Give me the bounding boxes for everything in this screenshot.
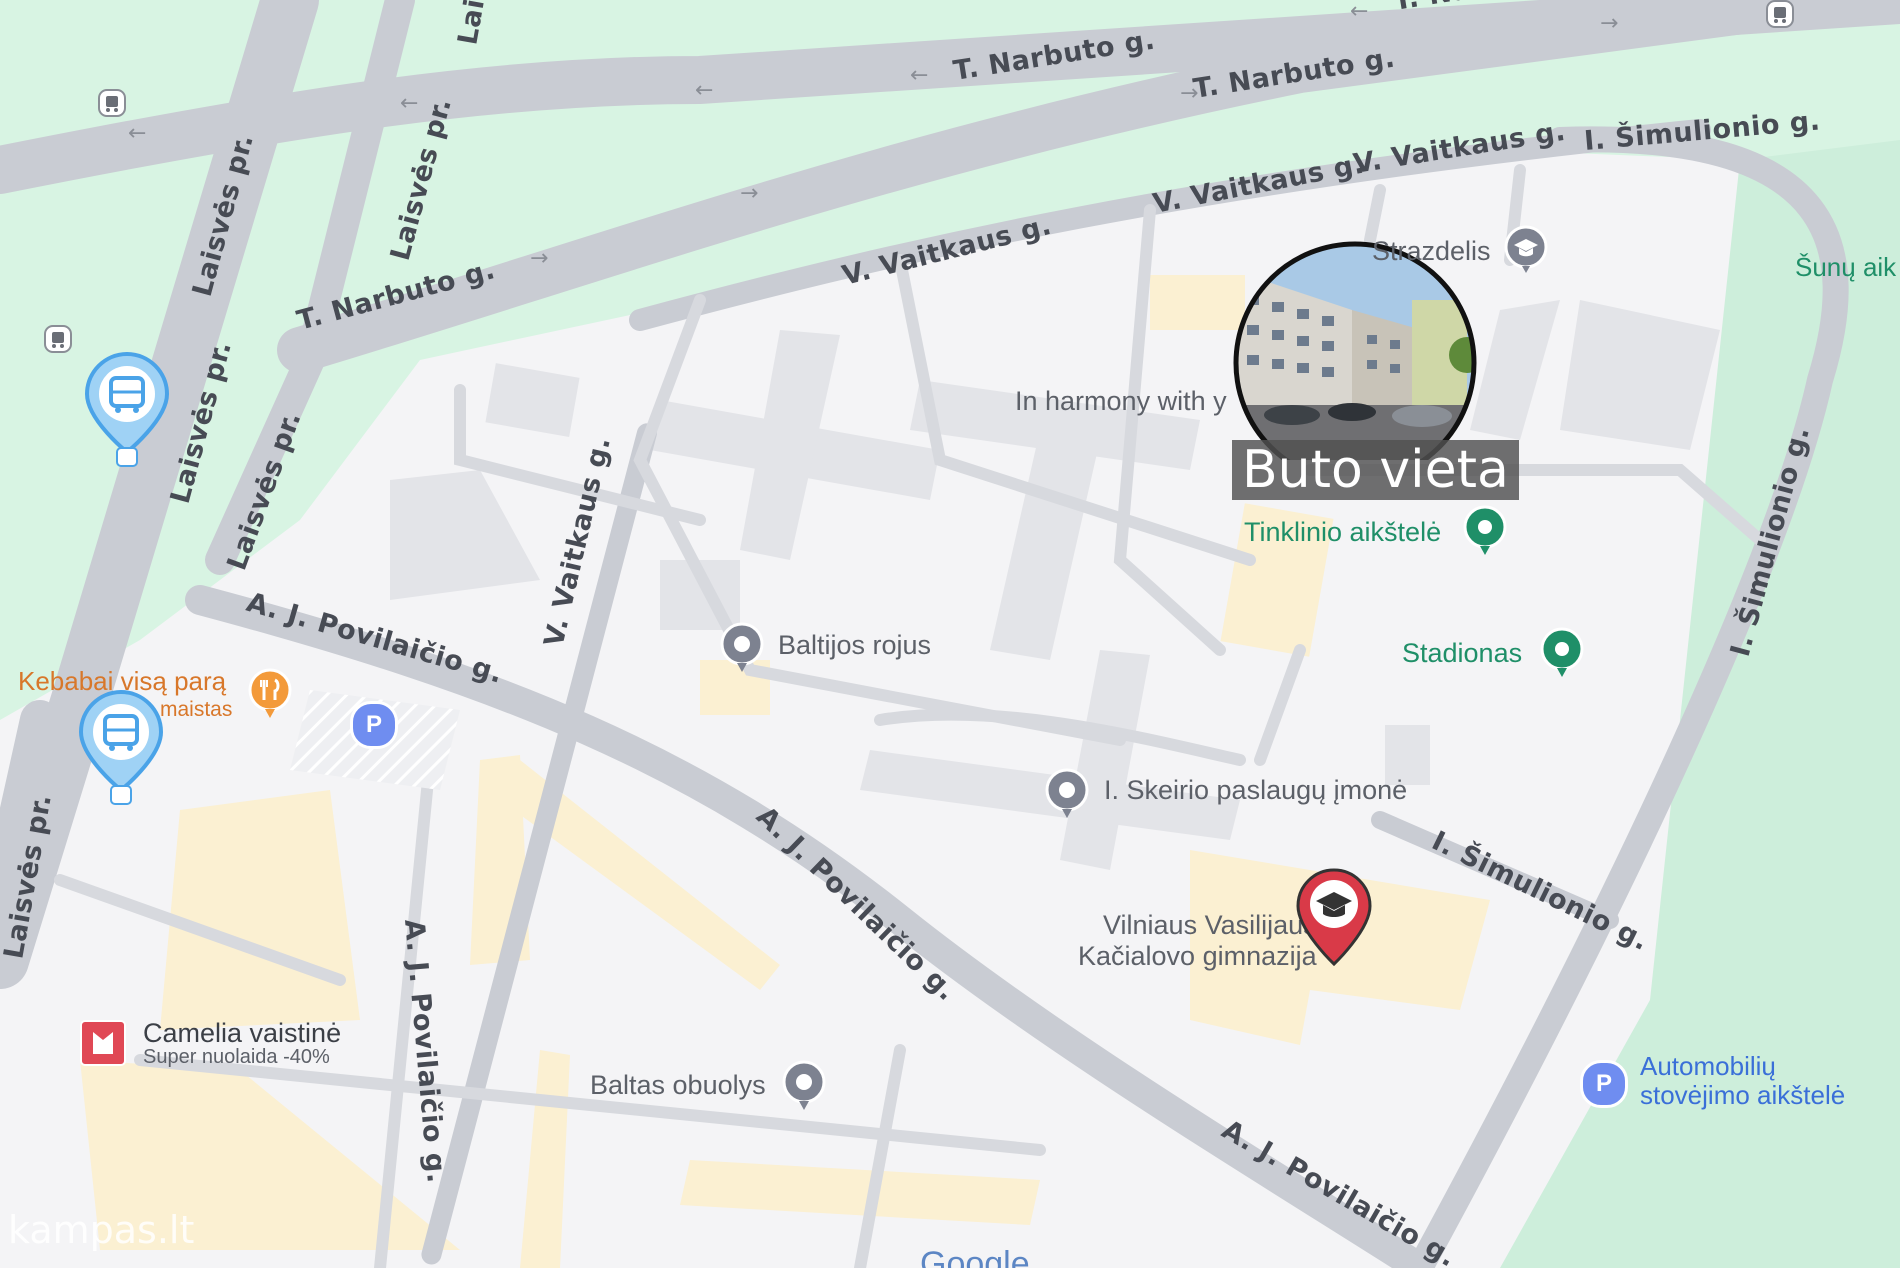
poi-label-tinklinio[interactable]: Tinklinio aikštelė <box>1244 517 1441 548</box>
svg-text:←: ← <box>910 63 928 88</box>
poi-label-harmony[interactable]: In harmony with y <box>1015 386 1227 417</box>
bus-stop-icon[interactable] <box>44 325 72 358</box>
school-marker-icon[interactable] <box>1294 868 1374 973</box>
poi-label-sunu[interactable]: Šunų aik <box>1795 252 1896 283</box>
place-icon[interactable] <box>720 622 764 679</box>
parking-icon[interactable]: P <box>350 701 398 749</box>
school-icon[interactable] <box>1504 225 1548 280</box>
poi-label-automobiliu[interactable]: Automobilių stovėjimo aikštelė <box>1640 1052 1845 1110</box>
auto-line-2: stovėjimo aikštelė <box>1640 1080 1846 1110</box>
property-location-label: Buto vieta <box>1232 440 1519 500</box>
svg-text:→: → <box>740 181 758 206</box>
poi-label-gimnazija[interactable]: Vilniaus Vasilijaus Kačialovo gimnazija <box>1078 910 1317 972</box>
poi-label-strazdelis[interactable]: Strazdelis <box>1372 236 1491 267</box>
parking-icon[interactable]: P <box>1580 1060 1628 1108</box>
place-icon[interactable] <box>1045 768 1089 825</box>
poi-sublabel-camelia: Super nuolaida -40% <box>143 1046 330 1068</box>
google-logo: Google <box>920 1245 1030 1268</box>
property-photo-marker[interactable] <box>1232 240 1478 485</box>
svg-text:←: ← <box>1350 0 1368 24</box>
sports-icon[interactable] <box>1540 627 1584 684</box>
place-icon[interactable] <box>782 1060 826 1117</box>
svg-text:←: ← <box>695 78 713 103</box>
transit-pin-icon[interactable] <box>84 351 170 472</box>
poi-label-stadionas[interactable]: Stadionas <box>1402 638 1522 669</box>
gimnazija-line-2: Kačialovo gimnazija <box>1078 941 1317 971</box>
bus-stop-icon[interactable] <box>1766 0 1794 33</box>
poi-sublabel-maistas: maistas <box>160 698 233 721</box>
poi-label-skeirio[interactable]: I. Skeirio paslaugų įmonė <box>1104 775 1407 806</box>
svg-text:←: ← <box>128 121 146 146</box>
restaurant-icon[interactable] <box>248 668 292 725</box>
poi-label-baltijos-rojus[interactable]: Baltijos rojus <box>778 630 931 661</box>
poi-label-baltas-obuolys[interactable]: Baltas obuolys <box>590 1070 766 1101</box>
transit-pin-icon[interactable] <box>78 689 164 810</box>
auto-line-1: Automobilių <box>1640 1051 1776 1081</box>
svg-text:←: ← <box>400 91 418 116</box>
svg-text:→: → <box>530 246 548 271</box>
poi-label-camelia[interactable]: Camelia vaistinė <box>143 1018 341 1049</box>
poi-label-kebabai[interactable]: Kebabai visą parą <box>18 666 226 697</box>
pharmacy-icon[interactable] <box>80 1020 126 1071</box>
gimnazija-line-1: Vilniaus Vasilijaus <box>1103 910 1317 940</box>
svg-text:→: → <box>1600 11 1618 36</box>
sports-icon[interactable] <box>1463 505 1507 562</box>
map-canvas[interactable]: ← ← ← ← → → → → ← T. Narbuto g. T. Narbu… <box>0 0 1900 1268</box>
watermark-logo: kampas.lt <box>8 1208 195 1252</box>
bus-stop-icon[interactable] <box>98 89 126 122</box>
